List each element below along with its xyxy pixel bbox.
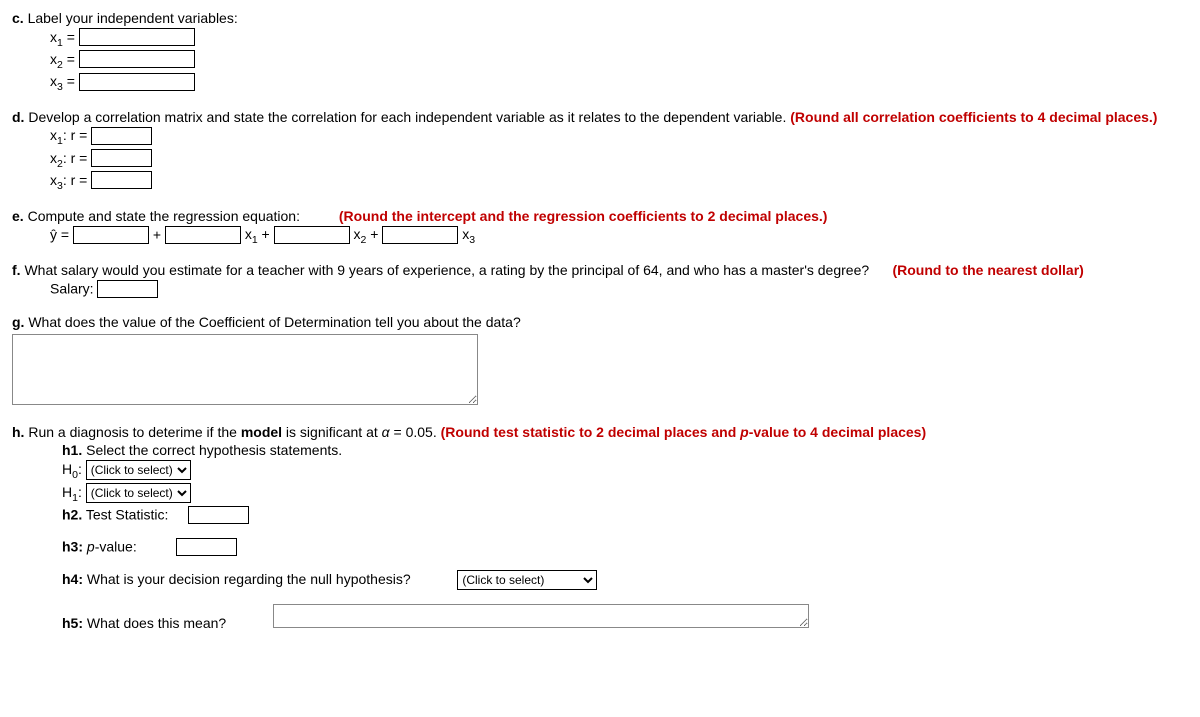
e-b2-input[interactable]: [274, 226, 350, 244]
f-prompt: What salary would you estimate for a tea…: [24, 262, 869, 278]
e-round: (Round the intercept and the regression …: [339, 208, 828, 224]
h3-row: h3: p-value:: [62, 538, 1188, 556]
e-yhat: ŷ =: [50, 226, 73, 242]
h3-tail: -value:: [95, 538, 137, 554]
letter-g: g.: [12, 314, 28, 330]
h2-label: h2.: [62, 506, 82, 522]
f-salary-row: Salary:: [50, 280, 1188, 298]
d-x3-row: x3: r =: [50, 171, 1188, 191]
h4-label: h4:: [62, 571, 83, 587]
e-intercept-input[interactable]: [73, 226, 149, 244]
h1-label: h1.: [62, 442, 82, 458]
letter-d: d.: [12, 109, 28, 125]
h0-row: H0: (Click to select): [62, 460, 1188, 481]
d-prompt: Develop a correlation matrix and state t…: [28, 109, 786, 125]
h3-input[interactable]: [176, 538, 237, 556]
h2-row: h2. Test Statistic:: [62, 506, 1188, 524]
h-prompt-c: = 0.05.: [390, 424, 441, 440]
g-textarea[interactable]: [12, 334, 478, 405]
question-g: g. What does the value of the Coefficien…: [12, 314, 1188, 330]
d-x1-label: x1: r =: [50, 127, 91, 143]
c-x3-label: x3 =: [50, 73, 79, 89]
c-x2-row: x2 =: [50, 50, 1188, 70]
h2-text: Test Statistic:: [82, 506, 172, 522]
h-prompt-bold: model: [241, 424, 282, 440]
c-x2-label: x2 =: [50, 51, 79, 67]
c-prompt: Label your independent variables:: [28, 10, 238, 26]
h-alpha: α: [382, 424, 390, 440]
e-x1: x1 +: [241, 226, 274, 242]
c-x1-input[interactable]: [79, 28, 195, 46]
c-x3-input[interactable]: [79, 73, 195, 91]
h3-p: p: [87, 538, 95, 554]
d-x1-input[interactable]: [91, 127, 152, 145]
h-prompt-b: is significant at: [282, 424, 382, 440]
g-textarea-row: [12, 334, 1188, 408]
h0-select[interactable]: (Click to select): [86, 460, 191, 480]
c-x1-row: x1 =: [50, 28, 1188, 48]
d-x3-input[interactable]: [91, 171, 152, 189]
f-salary-input[interactable]: [97, 280, 158, 298]
h2-input[interactable]: [188, 506, 249, 524]
h1-row: h1. Select the correct hypothesis statem…: [62, 442, 1188, 458]
c-x3-row: x3 =: [50, 73, 1188, 93]
e-b1-input[interactable]: [165, 226, 241, 244]
d-x1-row: x1: r =: [50, 127, 1188, 147]
d-x2-label: x2: r =: [50, 150, 91, 166]
h5-textarea[interactable]: [273, 604, 809, 628]
question-d: d. Develop a correlation matrix and stat…: [12, 109, 1188, 125]
question-f: f. What salary would you estimate for a …: [12, 262, 1188, 278]
question-h: h. Run a diagnosis to deterime if the mo…: [12, 424, 1188, 440]
d-x2-input[interactable]: [91, 149, 152, 167]
letter-e: e.: [12, 208, 28, 224]
h1-text: Select the correct hypothesis statements…: [82, 442, 342, 458]
h5-text: What does this mean?: [83, 615, 226, 631]
e-x3: x3: [458, 226, 475, 242]
h-prompt-a: Run a diagnosis to deterime if the: [28, 424, 240, 440]
h0-label: H0:: [62, 461, 86, 477]
letter-c: c.: [12, 10, 28, 26]
d-x2-row: x2: r =: [50, 149, 1188, 169]
c-x1-label: x1 =: [50, 29, 79, 45]
d-round: (Round all correlation coefficients to 4…: [790, 109, 1157, 125]
f-salary-label: Salary:: [50, 281, 97, 297]
question-e: e. Compute and state the regression equa…: [12, 208, 1188, 224]
e-x2: x2 +: [350, 226, 383, 242]
h-round: (Round test statistic to 2 decimal place…: [441, 424, 927, 440]
h4-select[interactable]: (Click to select): [457, 570, 597, 590]
e-equation-row: ŷ = + x1 + x2 + x3: [50, 226, 1188, 246]
h5-row: h5: What does this mean?: [62, 604, 1188, 631]
h1b-row: H1: (Click to select): [62, 483, 1188, 504]
h3-label: h3:: [62, 538, 83, 554]
e-b3-input[interactable]: [382, 226, 458, 244]
g-prompt: What does the value of the Coefficient o…: [28, 314, 520, 330]
letter-h: h.: [12, 424, 28, 440]
e-plus1: +: [149, 226, 165, 242]
h1-select[interactable]: (Click to select): [86, 483, 191, 503]
d-x3-label: x3: r =: [50, 172, 91, 188]
e-prompt: Compute and state the regression equatio…: [28, 208, 300, 224]
question-c: c. Label your independent variables:: [12, 10, 1188, 26]
letter-f: f.: [12, 262, 24, 278]
h5-label: h5:: [62, 615, 83, 631]
h4-row: h4: What is your decision regarding the …: [62, 570, 1188, 590]
h1b-label: H1:: [62, 484, 86, 500]
h4-text: What is your decision regarding the null…: [83, 571, 411, 587]
c-x2-input[interactable]: [79, 50, 195, 68]
f-round: (Round to the nearest dollar): [892, 262, 1083, 278]
